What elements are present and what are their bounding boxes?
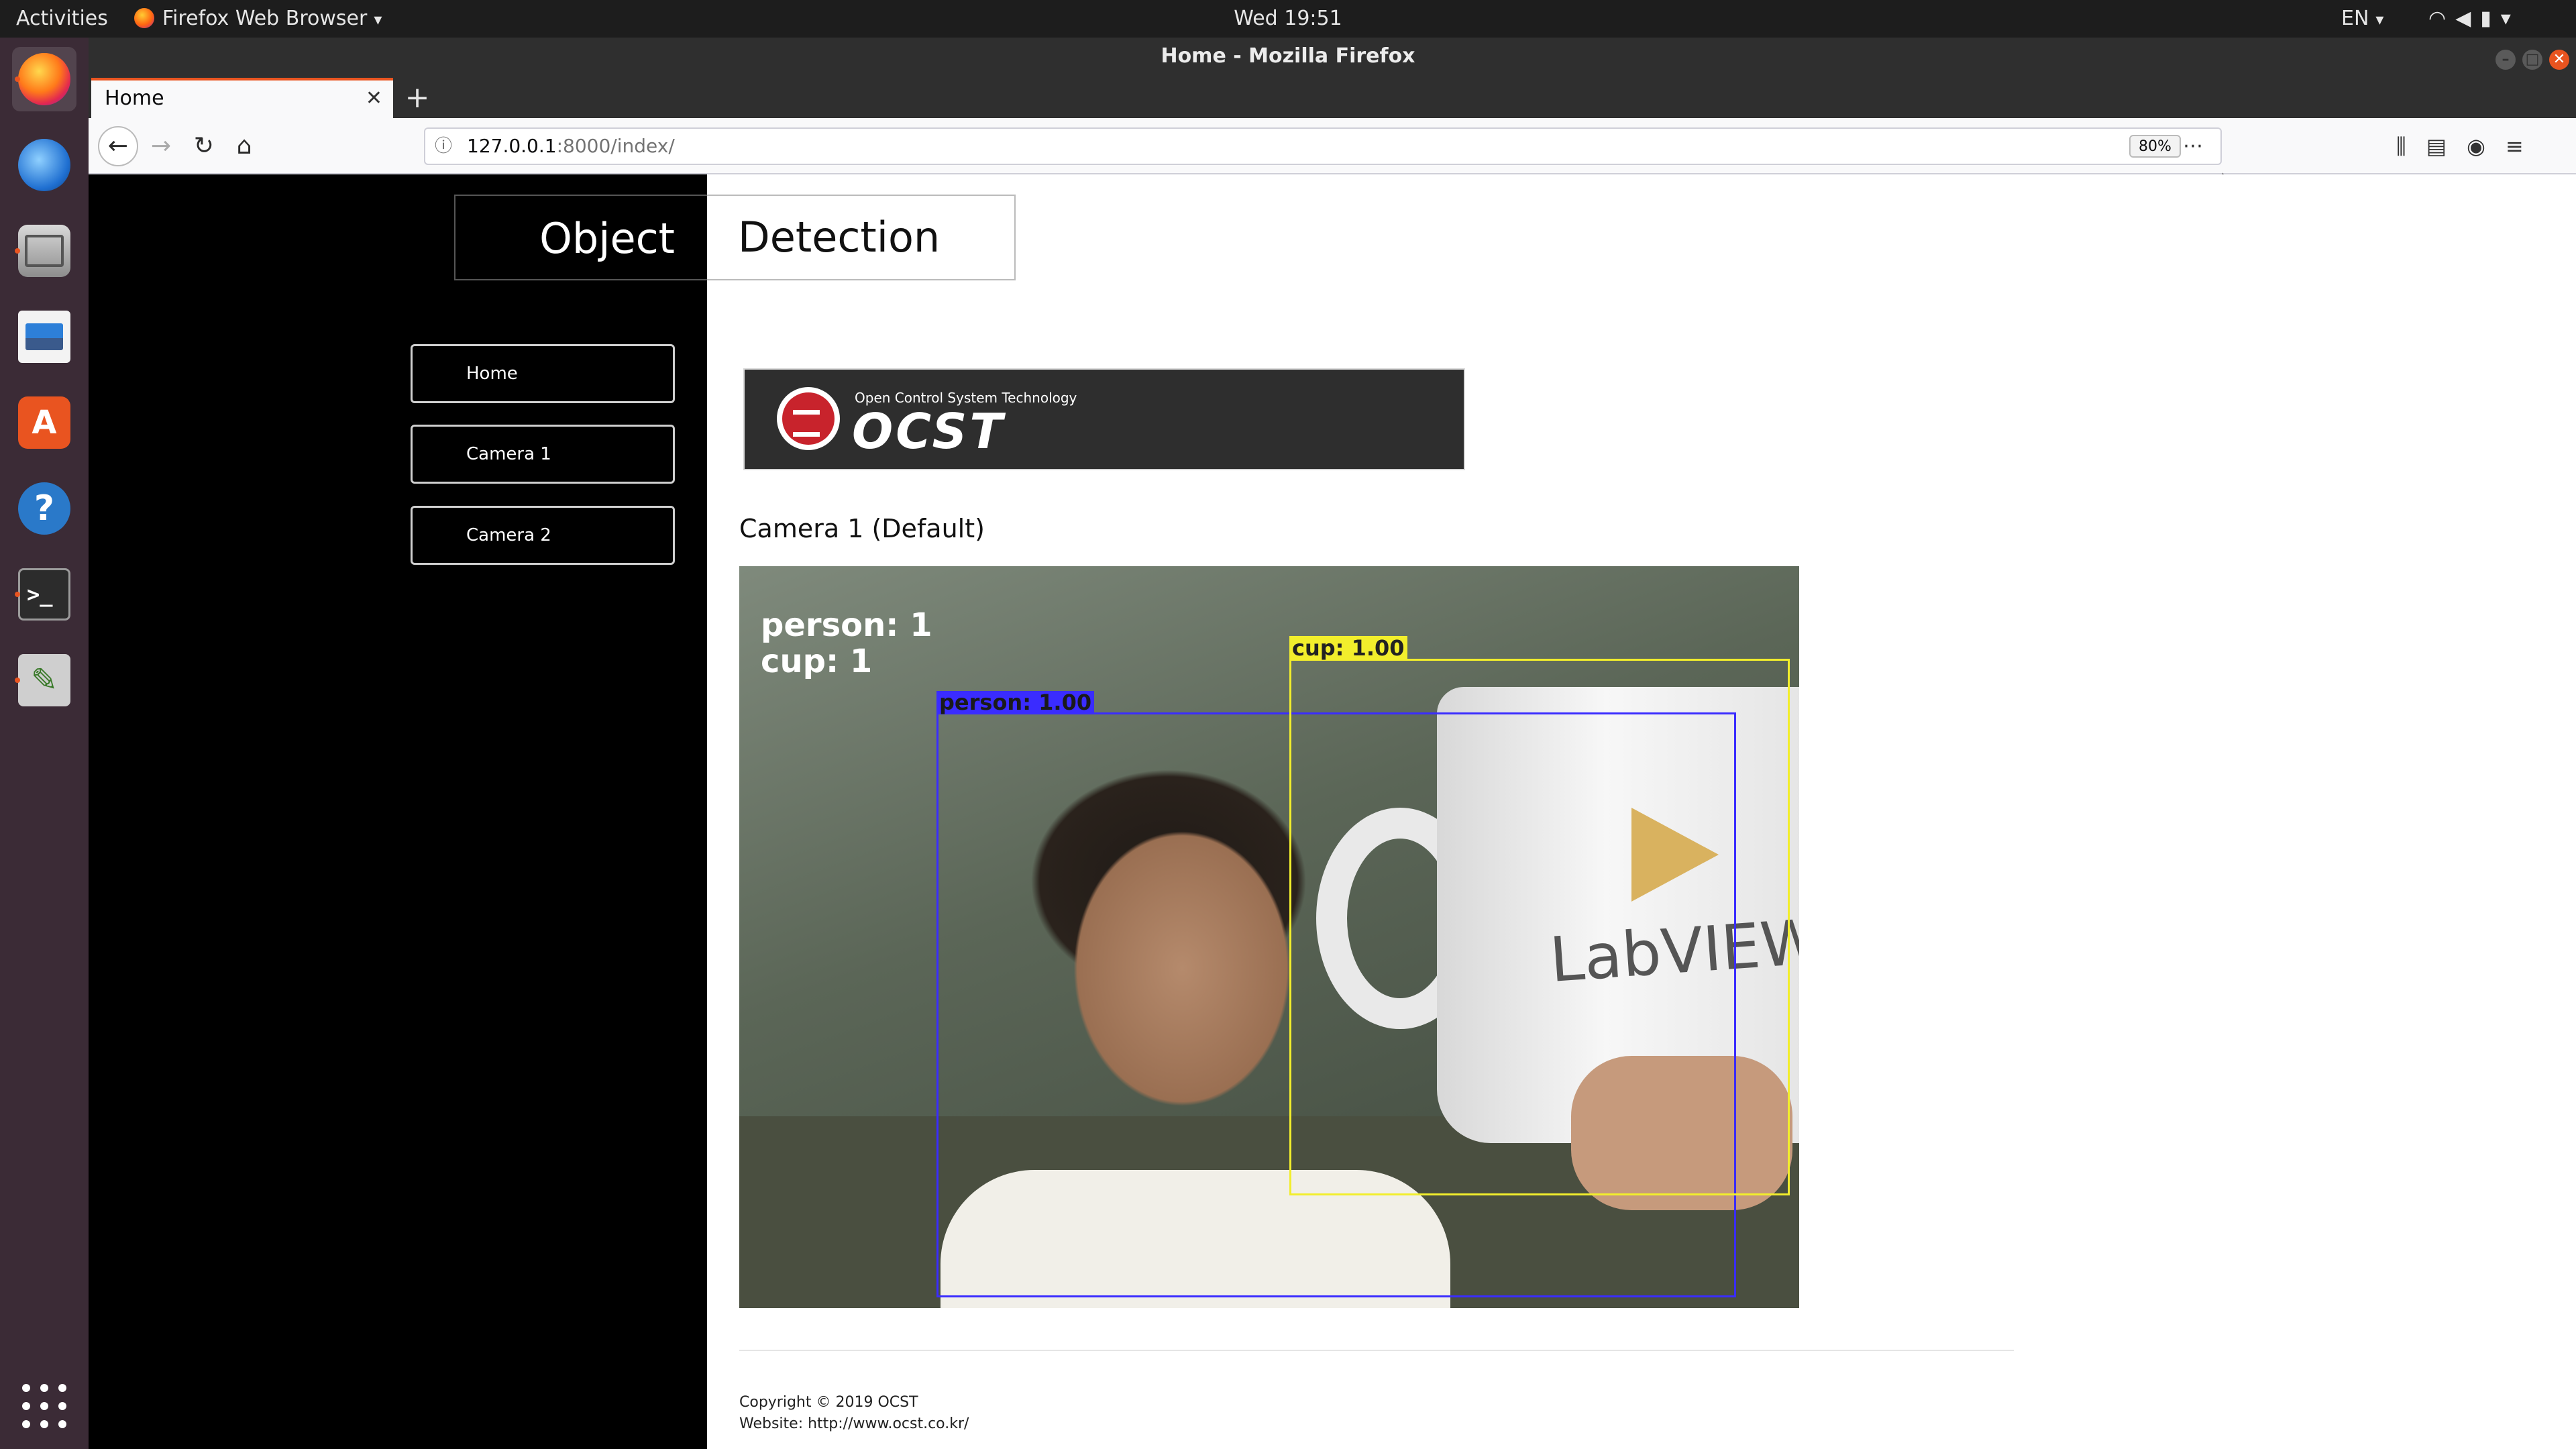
navigation-toolbar: ← → ↻ ⌂ ⓘ 127.0.0.1:8000/index/ 80% ⋯◡☆ … [89, 118, 2576, 193]
window-controls: – □ ✕ [2489, 46, 2569, 70]
clock[interactable]: Wed 19:51 [0, 0, 2576, 38]
launcher-thunderbird[interactable] [12, 133, 76, 197]
cup-count-overlay: cup: 1 [761, 643, 873, 680]
url-path: :8000/index/ [556, 135, 675, 157]
close-icon[interactable]: ✕ [2549, 50, 2569, 70]
cup-bounding-box [1289, 659, 1790, 1195]
person-box-label: person: 1.00 [936, 691, 1095, 714]
library-icon[interactable]: ⫼ [2396, 133, 2426, 159]
ocst-logo-icon [777, 387, 840, 450]
url-text[interactable]: 127.0.0.1:8000/index/ [467, 129, 675, 164]
title-box-left: Object [454, 195, 707, 280]
menu-home-button[interactable]: Home [411, 344, 675, 403]
sidebar-icon[interactable]: ▤ [2426, 133, 2467, 159]
chevron-down-icon: ▾ [2500, 7, 2520, 30]
software-icon: A [18, 396, 70, 449]
title-box-right: Detection [707, 195, 1016, 280]
image-viewer-icon [18, 311, 70, 363]
camera-title: Camera 1 (Default) [739, 514, 985, 543]
volume-icon: ◀ [2455, 7, 2481, 30]
page-sidebar: Home Camera 1 Camera 2 [89, 174, 707, 1449]
files-icon [18, 225, 70, 277]
menu-camera-2-button[interactable]: Camera 2 [411, 506, 675, 565]
launcher-help[interactable]: ? [12, 476, 76, 541]
window-title: Home - Mozilla Firefox [1161, 44, 1415, 68]
tab-strip: Home ✕ + [89, 75, 2576, 118]
system-top-bar: Activities Firefox Web Browser Wed 19:51… [0, 0, 2576, 38]
cup-box-label: cup: 1.00 [1289, 636, 1407, 660]
page-title-detection: Detection [738, 213, 941, 262]
reload-button[interactable]: ↻ [185, 127, 223, 165]
maximize-icon[interactable]: □ [2522, 50, 2542, 70]
running-indicator [15, 678, 20, 683]
more-actions-icon[interactable]: ⋯ [2183, 134, 2216, 158]
thunderbird-icon [18, 139, 70, 191]
forward-button[interactable]: → [142, 127, 180, 165]
launcher-terminal[interactable]: >_ [12, 562, 76, 627]
launcher-files[interactable] [12, 219, 76, 283]
page-viewport: Home Camera 1 Camera 2 Object Detection … [89, 174, 2576, 1449]
launcher-dock: A ? >_ ✎ [0, 38, 89, 1449]
camera-feed: LabVIEW person: 1 cup: 1 person: 1.00 cu… [739, 566, 1799, 1308]
back-button[interactable]: ← [98, 126, 138, 166]
person-count-overlay: person: 1 [761, 606, 932, 644]
footer-website: Website: http://www.ocst.co.kr/ [739, 1415, 969, 1432]
home-button[interactable]: ⌂ [225, 127, 263, 165]
close-tab-icon[interactable]: ✕ [366, 80, 382, 117]
window-title-bar: Home - Mozilla Firefox – □ ✕ [89, 38, 2576, 75]
show-apps-icon[interactable] [20, 1382, 68, 1430]
launcher-software[interactable]: A [12, 390, 76, 455]
launcher-image-viewer[interactable] [12, 305, 76, 369]
system-indicators[interactable]: ◠◀▮▾ [2428, 0, 2520, 38]
running-indicator [15, 76, 20, 82]
tab-label: Home [105, 87, 164, 110]
hamburger-menu-icon[interactable]: ≡ [2506, 133, 2544, 159]
battery-icon: ▮ [2480, 7, 2501, 30]
sync-icon[interactable]: ◉ [2467, 133, 2506, 159]
url-bar[interactable]: ⓘ 127.0.0.1:8000/index/ 80% ⋯◡☆ [424, 127, 2232, 193]
zoom-indicator[interactable]: 80% [2129, 135, 2181, 158]
footer-copyright: Copyright © 2019 OCST [739, 1394, 918, 1411]
launcher-screenshot[interactable]: ✎ [12, 648, 76, 712]
minimize-icon[interactable]: – [2496, 50, 2516, 70]
footer-divider [739, 1350, 2014, 1351]
site-info-icon[interactable]: ⓘ [435, 129, 452, 164]
tab-home[interactable]: Home ✕ [91, 78, 393, 118]
new-tab-button[interactable]: + [396, 78, 439, 118]
wifi-icon: ◠ [2428, 7, 2456, 30]
toolbar-right: ⫼▤◉≡ [2396, 127, 2544, 165]
running-indicator [15, 592, 20, 597]
language-indicator[interactable]: EN [2341, 0, 2383, 38]
launcher-firefox[interactable] [12, 47, 76, 111]
url-host: 127.0.0.1 [467, 135, 557, 157]
menu-camera-1-button[interactable]: Camera 1 [411, 425, 675, 484]
banner-brand: OCST [852, 403, 1006, 460]
terminal-icon: >_ [18, 568, 70, 621]
screenshot-icon: ✎ [18, 654, 70, 706]
page-title-object: Object [539, 214, 675, 263]
firefox-icon [18, 53, 70, 105]
ocst-banner: Open Control System Technology OCST [743, 368, 1465, 470]
help-icon: ? [18, 482, 70, 535]
running-indicator [15, 248, 20, 254]
